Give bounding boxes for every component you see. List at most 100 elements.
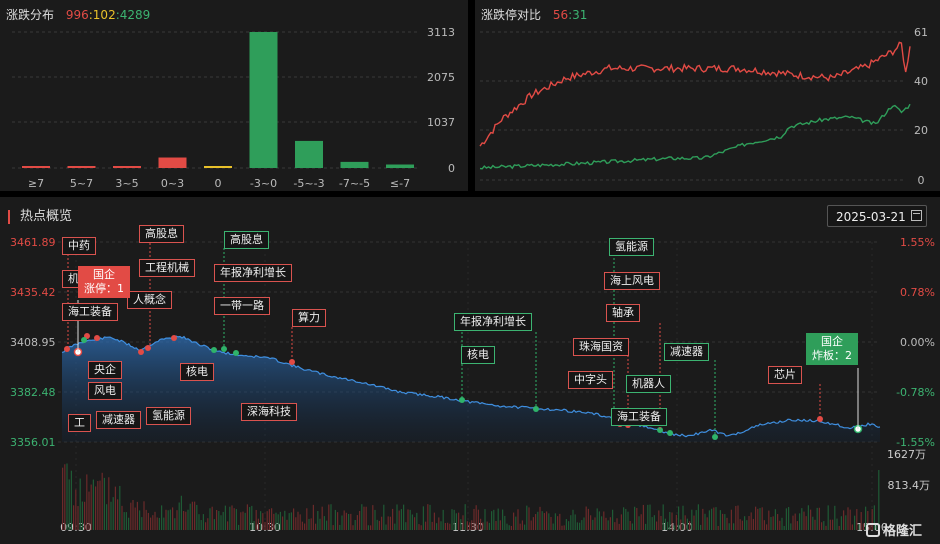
volume-bar [458,512,460,530]
volume-bar [288,513,290,530]
date-picker[interactable]: 2025-03-21 [827,205,927,227]
hot-tag[interactable]: 年报净利增长 [214,264,292,282]
hot-tag[interactable]: 深海科技 [241,403,297,421]
marker-point [138,349,144,355]
limit-down-line [479,103,911,170]
hot-tag[interactable]: 机器人 [626,375,671,393]
hot-tag[interactable]: 核电 [461,346,495,364]
hot-tag[interactable]: 中字头 [568,371,613,389]
volume-bar [81,501,83,530]
volume-bar [704,513,706,530]
bar-7 [340,161,369,168]
date-value: 2025-03-21 [836,210,906,224]
volume-bar [403,504,405,530]
volume-bar [136,501,138,530]
hot-tag[interactable]: 风电 [88,382,122,400]
volume-bar [601,516,603,530]
volume-bar [251,505,253,530]
volume-bar [165,509,167,530]
volume-bar [803,511,805,530]
hot-tag[interactable]: 高股息 [224,231,269,249]
pct-tick-label: 0.78% [900,286,935,299]
hot-tag[interactable]: 中药 [62,237,96,255]
hot-tag[interactable]: 工 [68,414,91,432]
volume-bar [433,512,435,530]
hot-tag[interactable]: 算力 [292,309,326,327]
volume-bar [554,513,556,530]
volume-bar [660,515,662,530]
price-tick-label: 3356.01 [10,436,56,449]
hot-tag[interactable]: 央企 [88,361,122,379]
volume-bar [664,518,666,530]
volume-bar [609,517,611,530]
hot-tag[interactable]: 一带一路 [214,297,270,315]
volume-bar [530,520,532,530]
volume-bar [752,518,754,530]
hot-tag[interactable]: 珠海国资 [573,338,629,356]
volume-bar [385,524,387,530]
volume-bar [356,515,358,530]
volume-bar [858,524,860,530]
volume-bar [229,506,231,530]
volume-bar [352,525,354,530]
distribution-panel: 涨跌分布 996:102:4289 3113 2075 1037 0 ≥7 5~7 3~5 0… [0,0,468,191]
volume-bar [198,514,200,530]
y-tick-label: 0 [448,162,455,175]
limit-panel: 涨跌停对比 56:31 61 40 20 0 [475,0,940,191]
callout-state-owned-broken-board[interactable]: 国企 炸板：2 [806,333,858,365]
volume-bar [856,509,858,530]
volume-bar [645,523,647,530]
volume-bar [801,508,803,530]
volume-bar [805,516,807,530]
volume-bar [163,517,165,530]
watermark-logo-icon [866,523,880,537]
volume-bar [851,524,853,530]
volume-bar [717,525,719,530]
volume-bar [548,513,550,530]
volume-bar [231,505,233,530]
volume-bar [495,520,497,530]
x-tick-label: ≥7 [28,177,44,190]
hot-tag[interactable]: 轴承 [606,304,640,322]
volume-bar [68,479,70,530]
callout-left-name: 国企 [93,268,115,281]
volume-bar [290,512,292,530]
hot-tag[interactable]: 氢能源 [609,238,654,256]
hot-tag[interactable]: 海上风电 [604,272,660,290]
x-tick-label: 3~5 [115,177,138,190]
hot-tag[interactable]: 海工装备 [62,303,118,321]
pct-tick-label: 1.55% [900,236,935,249]
hot-tag[interactable]: 减速器 [664,343,709,361]
volume-bar [332,525,334,530]
hot-tag[interactable]: 减速器 [96,411,141,429]
volume-bar [605,517,607,530]
hot-tag[interactable]: 工程机械 [139,259,195,277]
volume-bar [508,525,510,530]
volume-bar [596,508,598,530]
x-tick-label: ≤-7 [390,177,410,190]
volume-bar [378,520,380,530]
hot-tag[interactable]: 芯片 [768,366,802,384]
hot-tag[interactable]: 海工装备 [611,408,667,426]
volume-bar [383,504,385,530]
volume-bar [284,510,286,530]
callout-state-owned-limit-up[interactable]: 国企 涨停：1 [78,266,130,298]
volume-bar [220,515,222,530]
hot-tag[interactable]: 高股息 [139,225,184,243]
volume-bar [561,525,563,530]
volume-bar [594,517,596,530]
callout-right-value: 2 [845,349,852,362]
hot-tag[interactable]: 年报净利增长 [454,313,532,331]
volume-bar [238,524,240,530]
volume-bar [708,510,710,530]
bar-8 [386,164,414,168]
bar-4 [204,166,232,168]
volume-bar [425,521,427,530]
hot-tag[interactable]: 核电 [180,363,214,381]
hot-tag[interactable]: 人概念 [127,291,172,309]
volume-bar [836,518,838,530]
volume-bar [706,517,708,530]
volume-bar [304,523,306,530]
hot-tag[interactable]: 氢能源 [146,407,191,425]
volume-bar [396,504,398,530]
